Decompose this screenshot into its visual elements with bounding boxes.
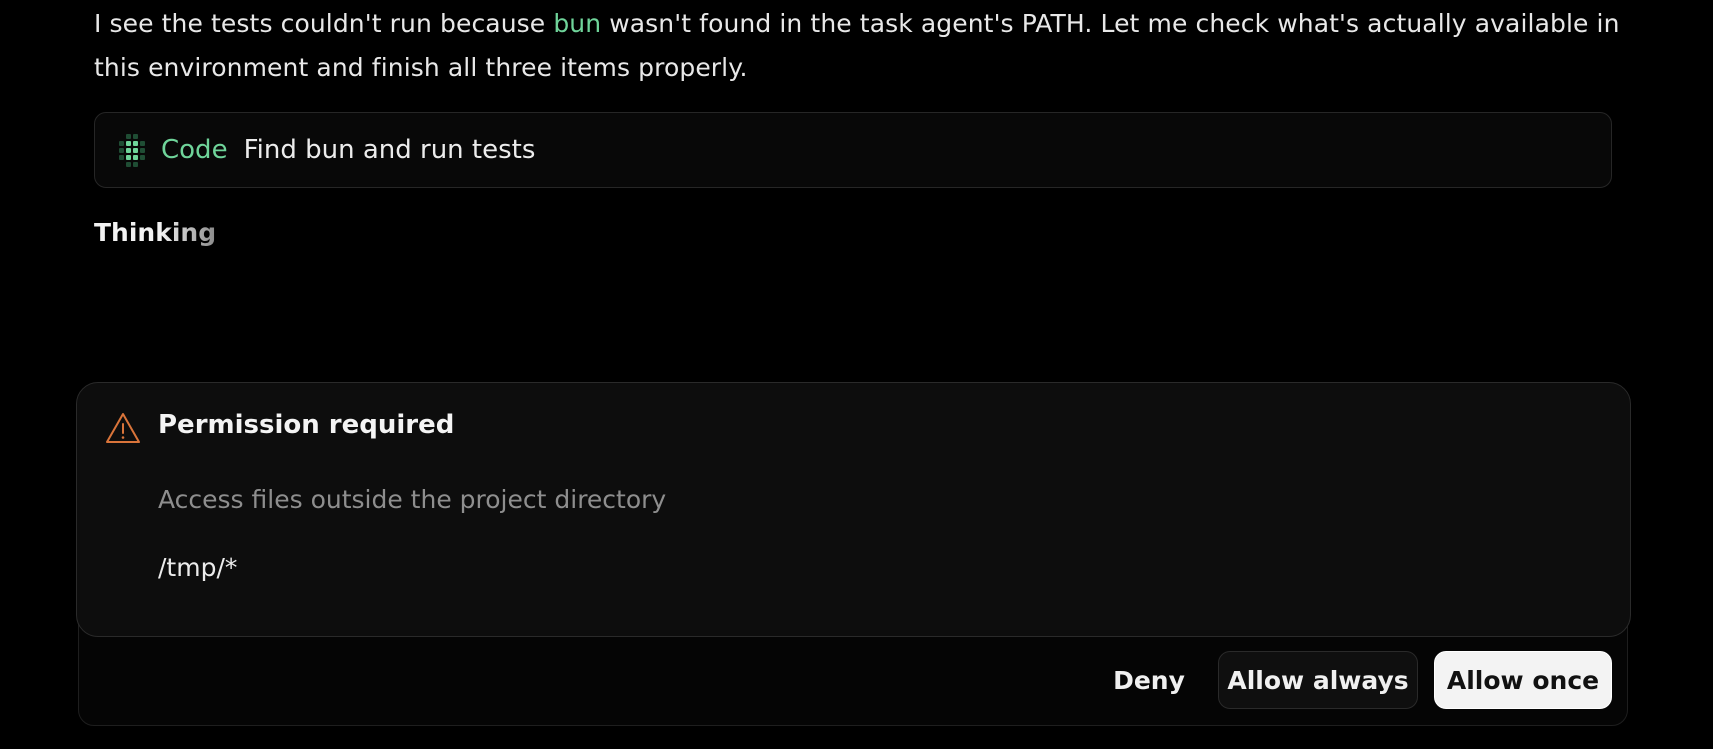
permission-card: Permission required Access files outside… bbox=[76, 382, 1631, 637]
inline-code: bun bbox=[553, 9, 602, 38]
warning-icon bbox=[106, 413, 140, 443]
permission-description: Access files outside the project directo… bbox=[158, 485, 667, 514]
allow-once-button[interactable]: Allow once bbox=[1434, 651, 1612, 709]
assistant-message: I see the tests couldn't run because bun… bbox=[94, 2, 1634, 90]
message-text-before: I see the tests couldn't run because bbox=[94, 9, 554, 38]
chat-page: I see the tests couldn't run because bun… bbox=[0, 0, 1713, 749]
permission-path: /tmp/* bbox=[158, 553, 238, 582]
allow-always-button[interactable]: Allow always bbox=[1218, 651, 1418, 709]
permission-title: Permission required bbox=[158, 410, 455, 440]
thinking-indicator: Thinking bbox=[94, 218, 217, 247]
tool-call-card[interactable]: Code Find bun and run tests bbox=[94, 112, 1612, 188]
deny-button[interactable]: Deny bbox=[1100, 651, 1198, 709]
code-grid-icon bbox=[119, 133, 145, 167]
tool-kind-label: Code bbox=[161, 135, 228, 165]
tool-title: Find bun and run tests bbox=[243, 135, 536, 165]
